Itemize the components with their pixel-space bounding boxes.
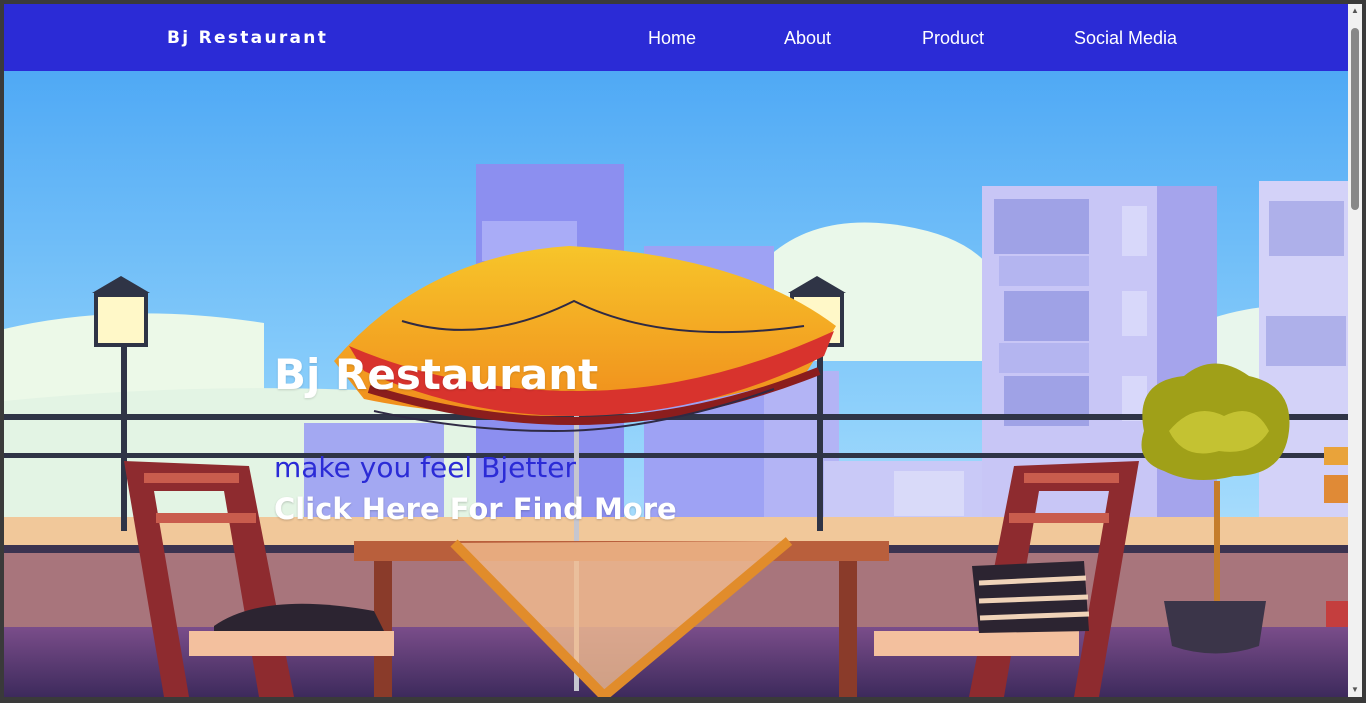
- nav-link-social-media[interactable]: Social Media: [1074, 28, 1177, 49]
- chevron-down-icon[interactable]: ▼: [1348, 683, 1362, 697]
- navbar: Bj Restaurant Home About Product Social …: [4, 4, 1348, 71]
- nav-link-home[interactable]: Home: [648, 28, 696, 49]
- hero-title: Bj Restaurant: [274, 350, 599, 399]
- nav-link-product[interactable]: Product: [922, 28, 984, 49]
- hero-background-illustration: [4, 71, 1348, 697]
- hero-tagline: make you feel Bjetter: [274, 451, 577, 484]
- browser-viewport: Bj Restaurant Home About Product Social …: [4, 4, 1348, 697]
- brand-logo[interactable]: Bj Restaurant: [167, 28, 328, 48]
- vertical-scrollbar[interactable]: ▲ ▼: [1348, 4, 1362, 697]
- nav-link-about[interactable]: About: [784, 28, 831, 49]
- chevron-up-icon[interactable]: ▲: [1348, 4, 1362, 18]
- hero-section: Bj Restaurant make you feel Bjetter Clic…: [4, 71, 1348, 697]
- scrollbar-thumb[interactable]: [1351, 28, 1359, 210]
- find-more-link[interactable]: Click Here For Find More: [274, 492, 677, 526]
